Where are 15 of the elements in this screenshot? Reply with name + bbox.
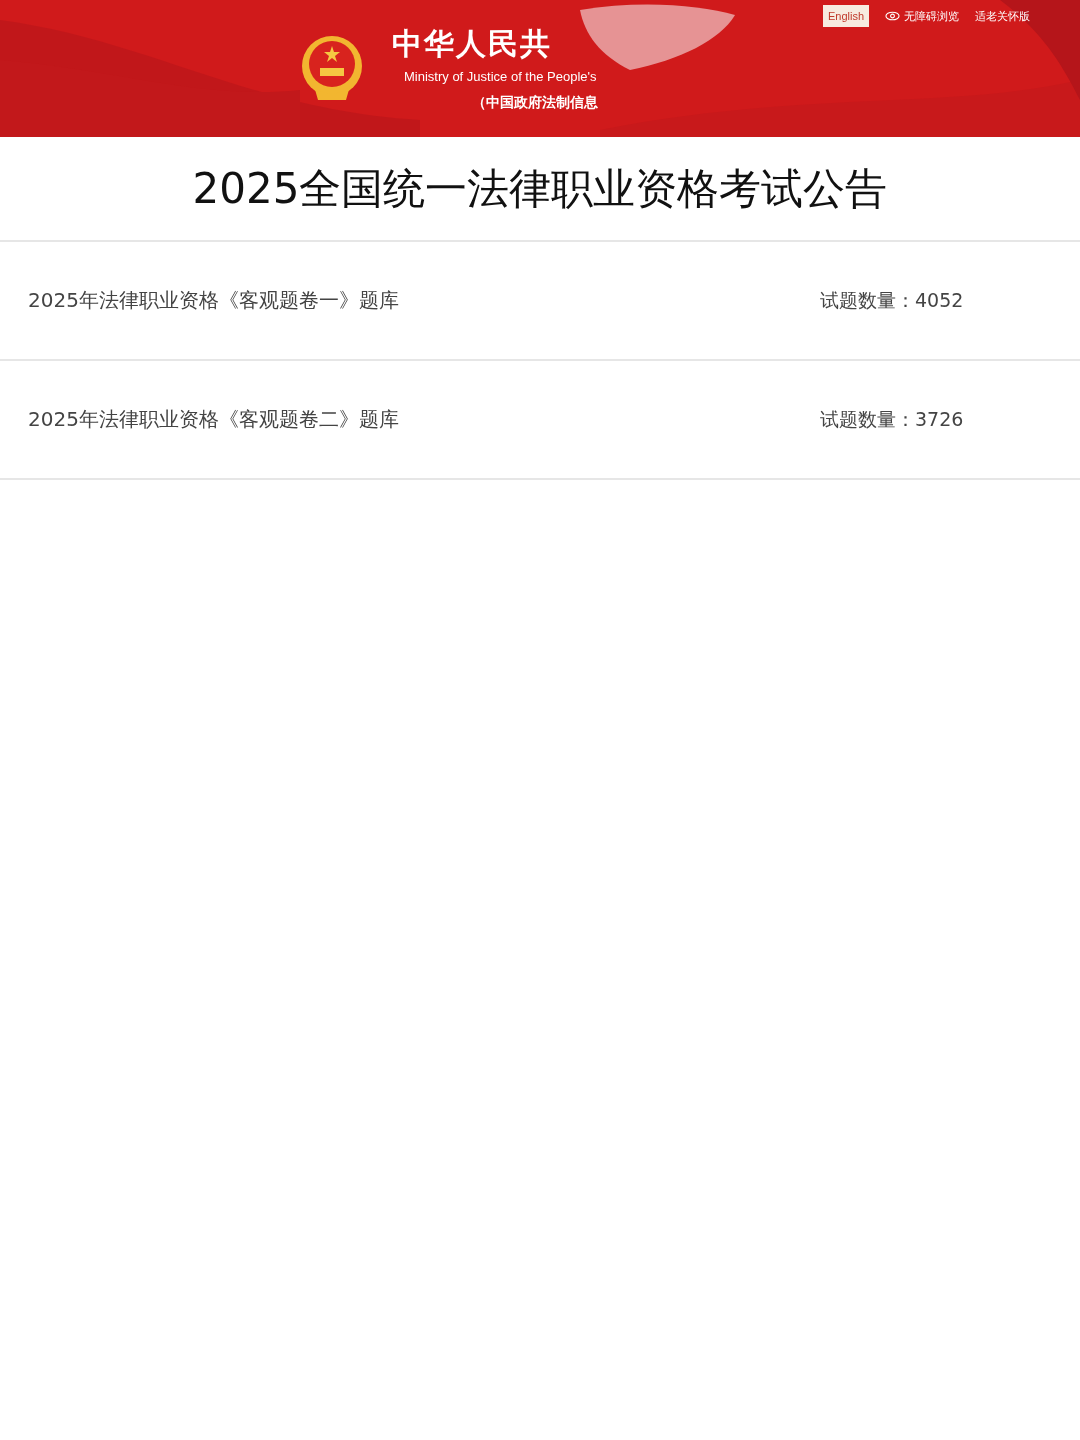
- question-count: 试题数量：3726: [820, 406, 964, 432]
- language-button[interactable]: English: [822, 5, 869, 27]
- bank-name: 2025年法律职业资格《客观题卷一》题库: [28, 287, 400, 314]
- site-note: （中国政府法制信息: [471, 94, 598, 112]
- site-subtitle: Ministry of Justice of the People's: [403, 69, 597, 84]
- question-bank-row[interactable]: 2025年法律职业资格《客观题卷二》题库 试题数量：3726: [0, 361, 1080, 480]
- emblem-icon: [300, 34, 364, 102]
- eye-icon: [885, 11, 900, 21]
- question-count: 试题数量：4052: [820, 287, 964, 313]
- bank-name: 2025年法律职业资格《客观题卷二》题库: [28, 406, 400, 433]
- elderly-mode-link[interactable]: 适老关怀版: [975, 8, 1030, 24]
- page-title: 2025全国统一法律职业资格考试公告: [0, 137, 1080, 242]
- question-bank-row[interactable]: 2025年法律职业资格《客观题卷一》题库 试题数量：4052: [0, 242, 1080, 361]
- site-title: 中华人民共: [392, 25, 552, 63]
- accessibility-link[interactable]: 无障碍浏览: [904, 8, 959, 24]
